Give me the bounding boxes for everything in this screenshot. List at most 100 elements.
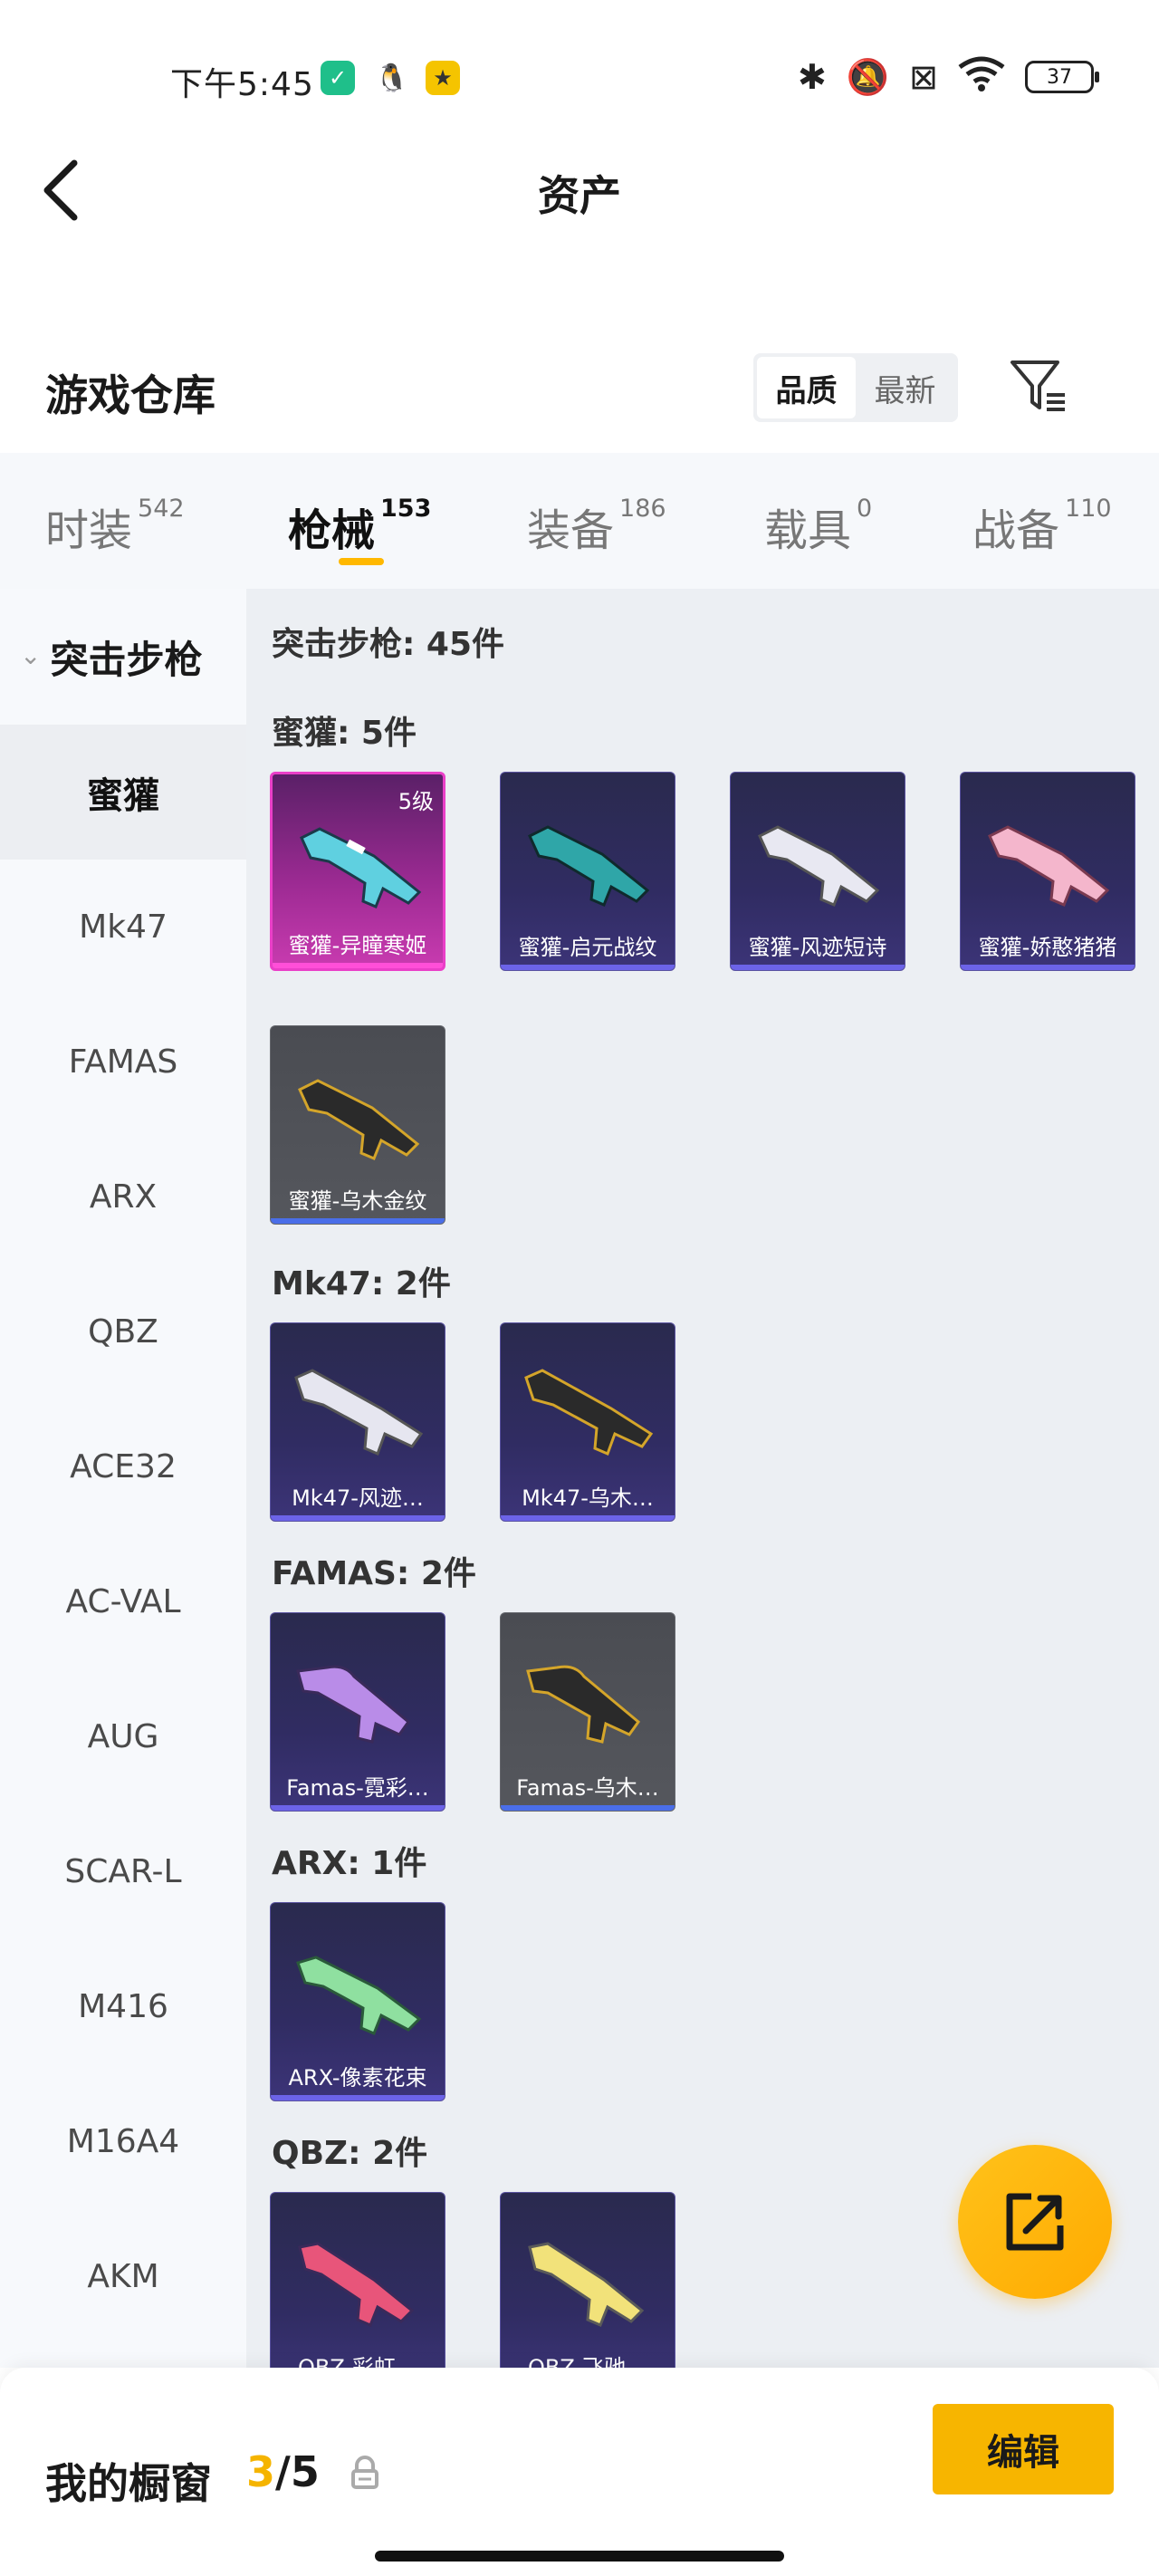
weapon-card[interactable]: Mk47-风迹… xyxy=(270,1322,445,1522)
sidebar-item-m16a4[interactable]: M16A4 xyxy=(0,2074,246,2209)
tab-vehicles[interactable]: 载具 0 xyxy=(764,495,872,558)
rarity-bar xyxy=(271,2095,445,2100)
weapon-card[interactable]: Famas-霓彩… xyxy=(270,1612,445,1812)
group-title-famas: FAMAS: 2件 xyxy=(272,1555,476,1592)
weapon-image xyxy=(298,2242,415,2327)
weapon-name: 蜜獾-启元战纹 xyxy=(518,935,657,960)
tab-equipment[interactable]: 装备 186 xyxy=(527,495,666,558)
filter-button[interactable] xyxy=(1007,355,1070,418)
tab-fashion[interactable]: 时装 542 xyxy=(45,495,185,558)
sidebar-item-qbz[interactable]: QBZ xyxy=(0,1264,246,1399)
status-bar: 下午5:45 ✓ 🐧 ★ ✱ 🔕 ⊠ 37 xyxy=(0,0,1159,159)
group-title-arx: ARX: 1件 xyxy=(272,1845,427,1882)
weapon-card[interactable]: 蜜獾-启元战纹 xyxy=(500,772,675,971)
weapon-name: 蜜獾-娇憨猪猪 xyxy=(978,935,1117,960)
weapon-image xyxy=(528,825,650,907)
weapon-image xyxy=(296,1956,422,2035)
edit-button[interactable]: 编辑 xyxy=(933,2404,1114,2494)
tab-count: 110 xyxy=(1065,495,1112,523)
sidebar-category-header[interactable]: ⌄ 突击步枪 xyxy=(0,589,246,725)
rarity-bar xyxy=(271,1515,445,1521)
weapon-name: Mk47-风迹… xyxy=(292,1485,424,1511)
rarity-bar xyxy=(271,1805,445,1811)
rarity-bar xyxy=(961,965,1135,970)
category-tabs: 时装 542 枪械 153 装备 186 载具 0 战备 110 xyxy=(0,453,1159,589)
weapon-card[interactable]: 5级 蜜獾-异瞳寒姬 xyxy=(270,772,445,971)
home-indicator[interactable] xyxy=(375,2551,784,2562)
weapon-card[interactable]: 蜜獾-乌木金纹 xyxy=(270,1025,445,1225)
rarity-bar xyxy=(273,963,443,968)
weapon-card[interactable]: 蜜獾-娇憨猪猪 xyxy=(960,772,1135,971)
sidebar-item-mk47[interactable]: Mk47 xyxy=(0,860,246,995)
weapon-sidebar: ⌄ 突击步枪 蜜獾 Mk47 FAMAS ARX QBZ ACE32 AC-VA… xyxy=(0,589,246,2368)
weapon-image xyxy=(298,1079,420,1160)
sort-toggle[interactable]: 品质 最新 xyxy=(753,353,958,422)
showcase-total: /5 xyxy=(275,2447,320,2496)
weapon-name: Famas-霓彩… xyxy=(286,1775,429,1801)
app-yellow-icon: ★ xyxy=(426,61,460,95)
page-title: 资产 xyxy=(538,171,621,220)
chevron-down-icon: ⌄ xyxy=(20,639,42,670)
sidebar-item-famas[interactable]: FAMAS xyxy=(0,995,246,1129)
weapon-card[interactable]: 蜜獾-风迹短诗 xyxy=(730,772,905,971)
tab-firearms[interactable]: 枪械 153 xyxy=(288,495,431,558)
sidebar-item-arx[interactable]: ARX xyxy=(0,1129,246,1264)
rarity-bar xyxy=(501,1805,675,1811)
lock-icon xyxy=(351,2456,378,2489)
weapon-image xyxy=(988,825,1110,907)
group-title-honey-badger: 蜜獾: 5件 xyxy=(272,715,417,752)
sidebar-item-scar-l[interactable]: SCAR-L xyxy=(0,1804,246,1939)
weapon-image xyxy=(524,1369,654,1456)
tab-count: 186 xyxy=(619,495,666,523)
rarity-bar xyxy=(271,1218,445,1224)
active-tab-indicator xyxy=(339,558,384,565)
sidebar-item-aug[interactable]: AUG xyxy=(0,1669,246,1804)
weapon-name: ARX-像素花束 xyxy=(288,2065,427,2091)
no-sim-icon: ⊠ xyxy=(909,57,938,97)
warehouse-title: 游戏仓库 xyxy=(45,371,216,421)
sort-option-newest[interactable]: 最新 xyxy=(856,357,954,418)
sidebar-item-ace32[interactable]: ACE32 xyxy=(0,1399,246,1534)
weapon-image xyxy=(296,1665,411,1744)
weapon-card[interactable]: ARX-像素花束 xyxy=(270,1902,445,2101)
tab-count: 0 xyxy=(857,495,873,523)
tab-count: 153 xyxy=(380,495,432,523)
weapon-image xyxy=(526,1665,641,1744)
tab-war-supplies[interactable]: 战备 110 xyxy=(972,495,1112,558)
weapon-image xyxy=(758,825,880,907)
sort-option-quality[interactable]: 品质 xyxy=(757,357,856,418)
sidebar-item-honey-badger[interactable]: 蜜獾 xyxy=(0,725,246,860)
weapon-card[interactable]: Famas-乌木… xyxy=(500,1612,675,1812)
sidebar-item-m416[interactable]: M416 xyxy=(0,1939,246,2074)
tab-label: 时装 xyxy=(45,505,133,556)
tab-label: 装备 xyxy=(527,505,615,556)
weapon-card[interactable]: Mk47-乌木… xyxy=(500,1322,675,1522)
group-title-mk47: Mk47: 2件 xyxy=(272,1265,451,1302)
weapon-image xyxy=(528,2242,645,2327)
rarity-bar xyxy=(731,965,905,970)
weapon-grid: 突击步枪: 45件 蜜獾: 5件 5级 蜜獾-异瞳寒姬 蜜獾-启元战纹 蜜獾-风… xyxy=(246,589,1159,2368)
share-fab-button[interactable] xyxy=(958,2145,1112,2299)
mute-vibrate-icon: 🔕 xyxy=(846,57,890,97)
showcase-bar: 我的橱窗 3/5 编辑 xyxy=(0,2368,1159,2576)
weapon-name: 蜜獾-乌木金纹 xyxy=(288,1188,427,1214)
share-external-icon xyxy=(1006,2193,1064,2251)
weapon-name: 蜜獾-异瞳寒姬 xyxy=(288,933,427,958)
filter-icon xyxy=(1011,360,1065,411)
showcase-count: 3/5 xyxy=(246,2447,320,2496)
category-count-header: 突击步枪: 45件 xyxy=(272,626,505,663)
status-right-icons: ✱ 🔕 ⊠ 37 xyxy=(797,56,1099,98)
weapon-card[interactable]: QBZ-彩虹… xyxy=(270,2192,445,2368)
weapon-level-badge: 5级 xyxy=(398,789,434,814)
showcase-label: 我的橱窗 xyxy=(45,2459,212,2508)
tab-count: 542 xyxy=(138,495,185,523)
qq-icon: 🐧 xyxy=(375,62,409,94)
weapon-card[interactable]: QBZ-飞驰… xyxy=(500,2192,675,2368)
bluetooth-icon: ✱ xyxy=(797,57,827,97)
rarity-bar xyxy=(501,1515,675,1521)
sidebar-item-akm[interactable]: AKM xyxy=(0,2209,246,2344)
status-time: 下午5:45 xyxy=(170,66,314,103)
sidebar-category-label: 突击步枪 xyxy=(50,637,203,682)
sidebar-item-ac-val[interactable]: AC-VAL xyxy=(0,1534,246,1669)
tab-label: 载具 xyxy=(764,505,852,556)
